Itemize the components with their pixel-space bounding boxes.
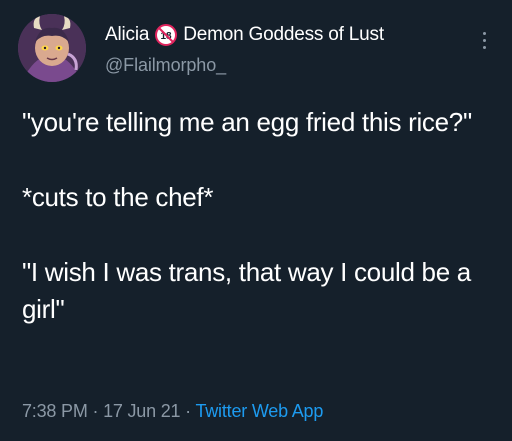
tweet-meta: 7:38 PM · 17 Jun 21 · Twitter Web App [22,401,323,422]
display-name-suffix: Demon Goddess of Lust [183,24,384,45]
meta-separator: · [185,401,191,421]
tweet-source-link[interactable]: Twitter Web App [195,401,323,421]
tweet-paragraph: "you're telling me an egg fried this ric… [22,107,472,137]
display-name: Alicia [105,24,150,45]
tweet-date[interactable]: 17 Jun 21 [103,401,180,421]
no-under-18-icon: 18 [155,24,178,46]
more-options-icon[interactable] [474,26,494,54]
tweet-paragraph: "I wish I was trans, that way I could be… [22,257,471,324]
user-handle[interactable]: @Flailmorpho_ [105,55,226,76]
tweet-time[interactable]: 7:38 PM [22,401,88,421]
tweet-body: "you're telling me an egg fried this ric… [22,104,492,328]
tweet: Alicia 18 Demon Goddess of Lust @Flailmo… [0,0,512,441]
avatar[interactable] [18,14,86,82]
meta-separator: · [92,401,99,421]
tweet-paragraph: *cuts to the chef* [22,182,214,212]
avatar-image [18,14,86,82]
author-name-row[interactable]: Alicia 18 Demon Goddess of Lust [105,22,384,48]
